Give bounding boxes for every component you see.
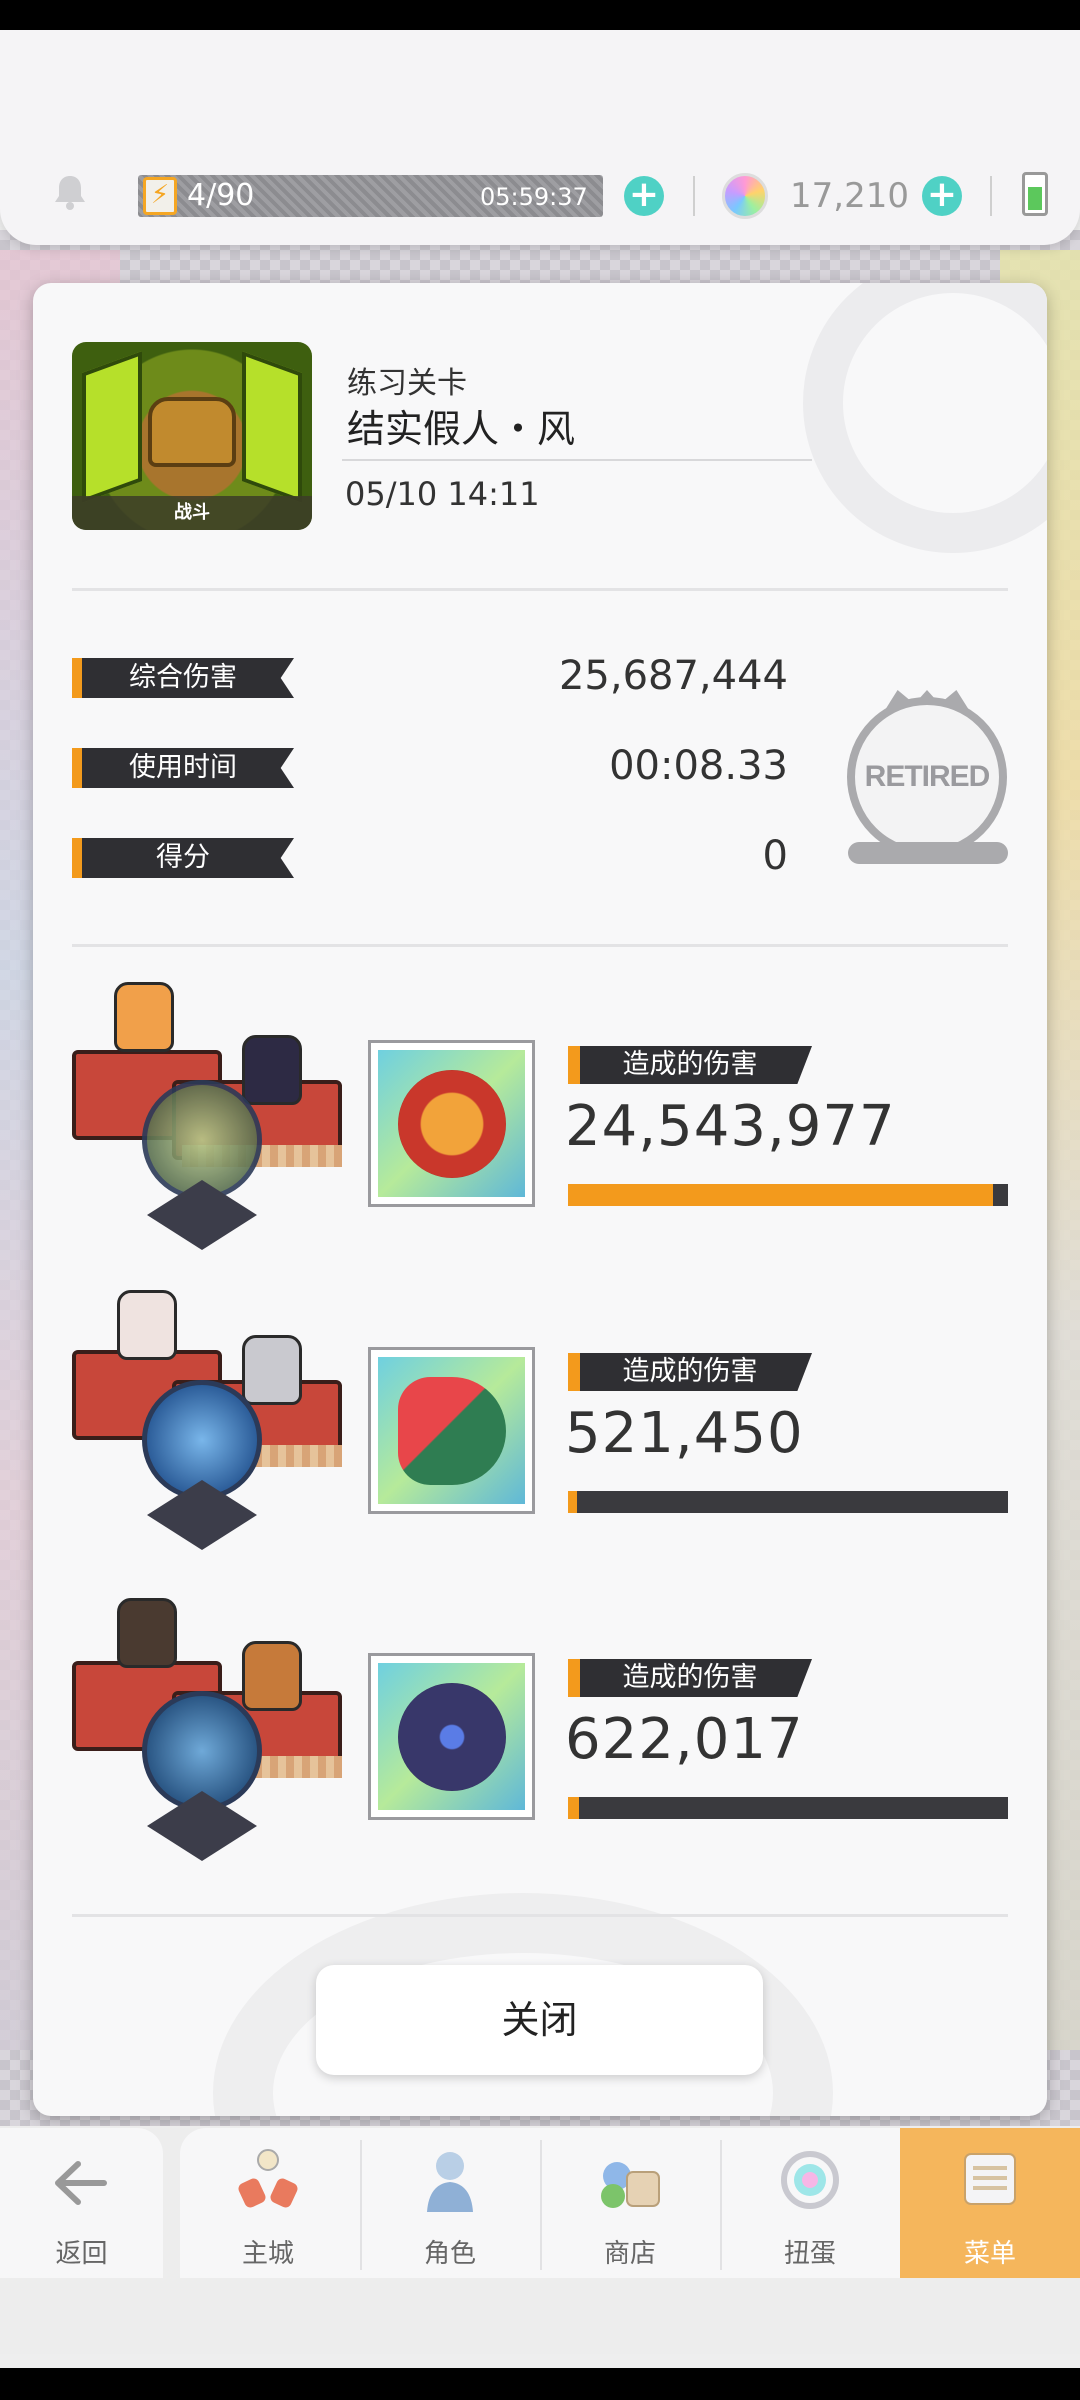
total-damage-label: 综合伤害 bbox=[72, 658, 294, 698]
system-top-bar bbox=[0, 0, 1080, 30]
divider bbox=[72, 944, 1008, 947]
damage-dealt-label: 造成的伤害 bbox=[568, 1659, 812, 1697]
system-bottom-bar bbox=[0, 2368, 1080, 2400]
stage-name: 结实假人・风 bbox=[347, 407, 576, 451]
lightning-icon: ⚡ bbox=[143, 177, 177, 215]
add-gems-button[interactable]: + bbox=[922, 176, 962, 216]
bell-icon[interactable] bbox=[50, 172, 90, 212]
stage-thumbnail: 战斗 bbox=[72, 342, 312, 530]
retired-stamp: RETIRED bbox=[847, 697, 1007, 857]
town-icon bbox=[238, 2149, 298, 2208]
team-3-illustration bbox=[72, 1596, 352, 1871]
team-2-damage: 521,450 bbox=[565, 1401, 804, 1466]
divider bbox=[72, 588, 1008, 591]
team-2-damage-bar bbox=[568, 1491, 1008, 1513]
stage-badge: 战斗 bbox=[72, 496, 312, 530]
damage-dealt-label: 造成的伤害 bbox=[568, 1046, 812, 1084]
team-1-damage-bar bbox=[568, 1184, 1008, 1206]
stage-type: 练习关卡 bbox=[347, 366, 467, 401]
team-2-illustration bbox=[72, 1290, 352, 1565]
stage-datetime: 05/10 14:11 bbox=[345, 475, 540, 513]
team-1-damage-fill bbox=[568, 1184, 993, 1206]
gem-icon bbox=[722, 173, 768, 219]
menu-list-icon bbox=[964, 2153, 1016, 2205]
arrow-left-icon bbox=[55, 2161, 107, 2205]
nav-characters[interactable]: 角色 bbox=[360, 2128, 540, 2278]
time-used-value: 00:08.33 bbox=[609, 743, 788, 789]
nav-shop-label: 商店 bbox=[603, 2239, 656, 2269]
damage-dealt-label: 造成的伤害 bbox=[568, 1353, 812, 1391]
lion-gear-icon bbox=[398, 1070, 506, 1178]
nav-gacha-label: 扭蛋 bbox=[783, 2239, 836, 2269]
divider bbox=[342, 459, 812, 461]
nav-menu[interactable]: 菜单 bbox=[900, 2128, 1080, 2278]
dark-orb-gear-icon bbox=[398, 1683, 506, 1791]
close-button[interactable]: 关闭 bbox=[316, 1965, 763, 2075]
nav-gacha[interactable]: 扭蛋 bbox=[720, 2128, 900, 2278]
back-label: 返回 bbox=[55, 2239, 108, 2269]
divider bbox=[72, 1914, 1008, 1917]
score-label: 得分 bbox=[72, 838, 294, 878]
decorative-emblem bbox=[803, 283, 1047, 553]
battery-icon bbox=[1022, 172, 1048, 216]
divider bbox=[693, 176, 695, 216]
nav-characters-label: 角色 bbox=[423, 2239, 476, 2269]
team-3-damage-bar bbox=[568, 1797, 1008, 1819]
score-value: 0 bbox=[762, 833, 788, 879]
divider bbox=[990, 176, 992, 216]
character-icon bbox=[427, 2152, 473, 2212]
nav-menu-label: 菜单 bbox=[963, 2239, 1016, 2269]
back-button[interactable]: 返回 bbox=[0, 2128, 163, 2278]
team-1-illustration bbox=[72, 980, 352, 1255]
nav-town-label: 主城 bbox=[241, 2239, 294, 2269]
team-3-gear[interactable] bbox=[368, 1653, 535, 1820]
team-3-damage: 622,017 bbox=[565, 1707, 804, 1772]
nav-shop[interactable]: 商店 bbox=[540, 2128, 720, 2278]
time-used-label: 使用时间 bbox=[72, 748, 294, 788]
team-1-gear[interactable] bbox=[368, 1040, 535, 1207]
gem-count: 17,210 bbox=[790, 176, 909, 216]
team-2-gear[interactable] bbox=[368, 1347, 535, 1514]
team-2-damage-fill bbox=[568, 1491, 577, 1513]
team-3-damage-fill bbox=[568, 1797, 579, 1819]
gacha-orb-icon bbox=[781, 2151, 839, 2209]
energy-count: 4/90 bbox=[187, 178, 255, 213]
shop-bag-icon bbox=[601, 2162, 660, 2208]
add-energy-button[interactable]: + bbox=[624, 176, 664, 216]
charm-gear-icon bbox=[398, 1377, 506, 1485]
team-1-damage: 24,543,977 bbox=[565, 1094, 896, 1159]
total-damage-value: 25,687,444 bbox=[558, 653, 788, 699]
nav-town[interactable]: 主城 bbox=[178, 2128, 358, 2278]
energy-timer: 05:59:37 bbox=[480, 183, 588, 211]
stamp-ribbon bbox=[848, 842, 1008, 864]
